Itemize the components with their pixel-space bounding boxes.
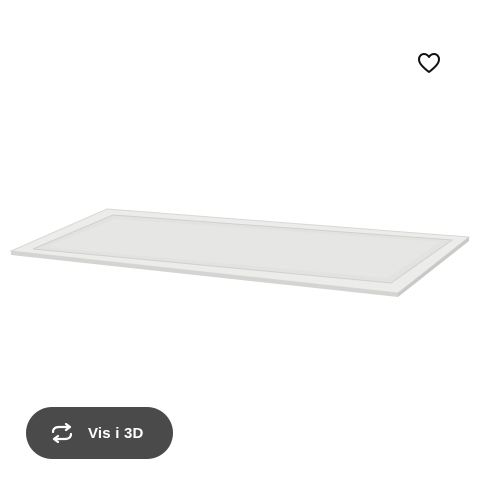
view-in-3d-button[interactable]: Vis i 3D <box>26 407 173 459</box>
view-in-3d-label: Vis i 3D <box>88 424 144 442</box>
rotate-3d-icon <box>48 422 76 444</box>
heart-icon <box>418 53 440 73</box>
product-image-viewer: Vis i 3D <box>0 0 480 480</box>
favourite-button[interactable] <box>408 42 450 84</box>
